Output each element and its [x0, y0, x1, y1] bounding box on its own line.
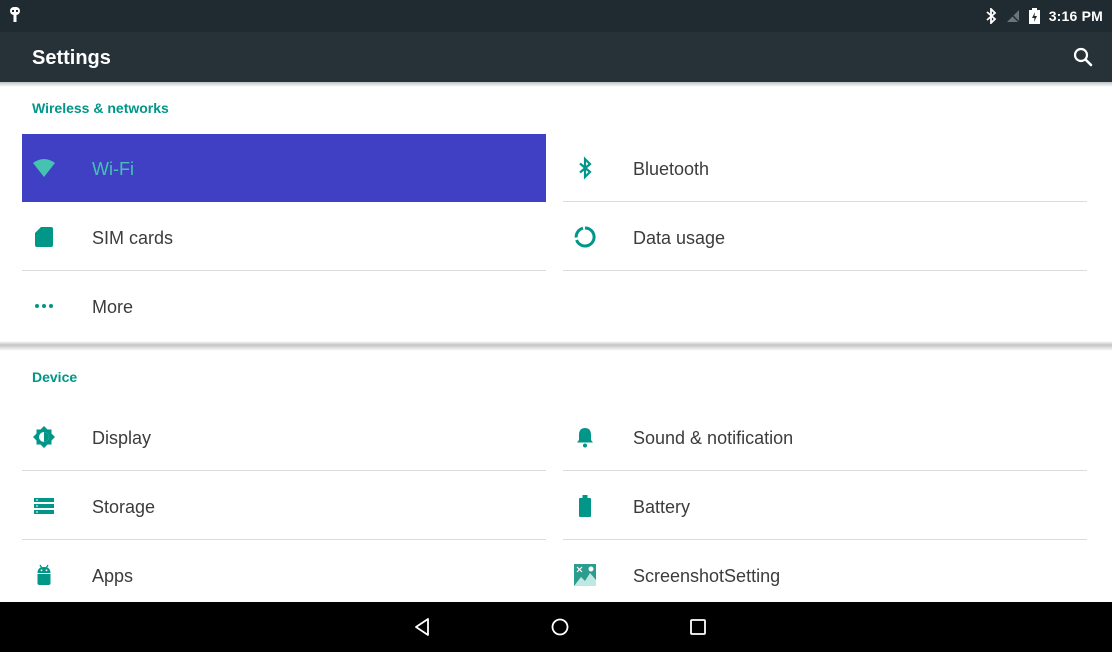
- settings-item-label: Wi-Fi: [92, 159, 134, 179]
- settings-item-sound[interactable]: Sound & notification: [563, 403, 1087, 471]
- sim-card-icon: [32, 225, 56, 249]
- data-usage-icon: [573, 225, 597, 249]
- battery-charging-icon: [1028, 8, 1040, 24]
- settings-item-label: Apps: [92, 566, 134, 586]
- battery-icon: [573, 494, 597, 518]
- settings-item-bluetooth[interactable]: Bluetooth: [563, 134, 1087, 202]
- settings-item-battery[interactable]: Battery: [563, 472, 1087, 540]
- android-icon: [32, 563, 56, 587]
- app-bar-shadow: [0, 82, 1112, 87]
- settings-item-sim-cards[interactable]: SIM cards: [22, 203, 546, 271]
- app-bar: Settings: [0, 32, 1112, 82]
- settings-item-label: Bluetooth: [633, 159, 710, 179]
- settings-item-display[interactable]: Display: [22, 403, 546, 471]
- list-divider: [22, 539, 546, 540]
- list-divider: [22, 270, 546, 271]
- navigation-bar: [0, 602, 1112, 652]
- home-icon[interactable]: [548, 615, 572, 639]
- bluetooth-icon: [573, 156, 597, 180]
- storage-icon: [32, 494, 56, 518]
- settings-item-label: Storage: [92, 497, 156, 517]
- settings-item-data-usage[interactable]: Data usage: [563, 203, 1087, 271]
- settings-item-screenshot[interactable]: ScreenshotSetting: [563, 541, 1087, 609]
- status-time: 3:16 PM: [1048, 8, 1103, 24]
- settings-item-label: Data usage: [633, 228, 726, 248]
- list-divider: [563, 470, 1087, 471]
- page-title: Settings: [32, 47, 111, 69]
- section-header-device: Device: [32, 369, 78, 385]
- display-brightness-icon: [32, 425, 56, 449]
- settings-item-more[interactable]: More: [22, 272, 546, 340]
- list-divider: [563, 270, 1087, 271]
- settings-item-label: Sound & notification: [633, 428, 794, 448]
- settings-item-label: ScreenshotSetting: [633, 566, 781, 586]
- no-signal-icon: [1006, 9, 1020, 23]
- search-icon[interactable]: [1071, 45, 1095, 69]
- settings-item-label: Battery: [633, 497, 691, 517]
- bluetooth-status-icon: [985, 8, 997, 24]
- settings-item-storage[interactable]: Storage: [22, 472, 546, 540]
- settings-item-label: More: [92, 297, 134, 317]
- usb-debug-icon: [8, 6, 22, 24]
- list-divider: [563, 539, 1087, 540]
- wifi-icon: [32, 156, 56, 180]
- recents-icon[interactable]: [686, 615, 710, 639]
- settings-item-label: SIM cards: [92, 228, 174, 248]
- screenshot-icon: [573, 563, 597, 587]
- more-dots-icon: [32, 294, 56, 318]
- list-divider: [563, 201, 1087, 202]
- bell-icon: [573, 425, 597, 449]
- back-icon[interactable]: [411, 615, 435, 639]
- list-divider: [22, 470, 546, 471]
- settings-item-label: Display: [92, 428, 152, 448]
- settings-item-apps[interactable]: Apps: [22, 541, 546, 609]
- section-header-wireless: Wireless & networks: [32, 100, 169, 116]
- settings-item-wifi[interactable]: Wi-Fi: [22, 134, 546, 202]
- status-bar: 3:16 PM: [0, 0, 1112, 32]
- section-divider: [0, 341, 1112, 351]
